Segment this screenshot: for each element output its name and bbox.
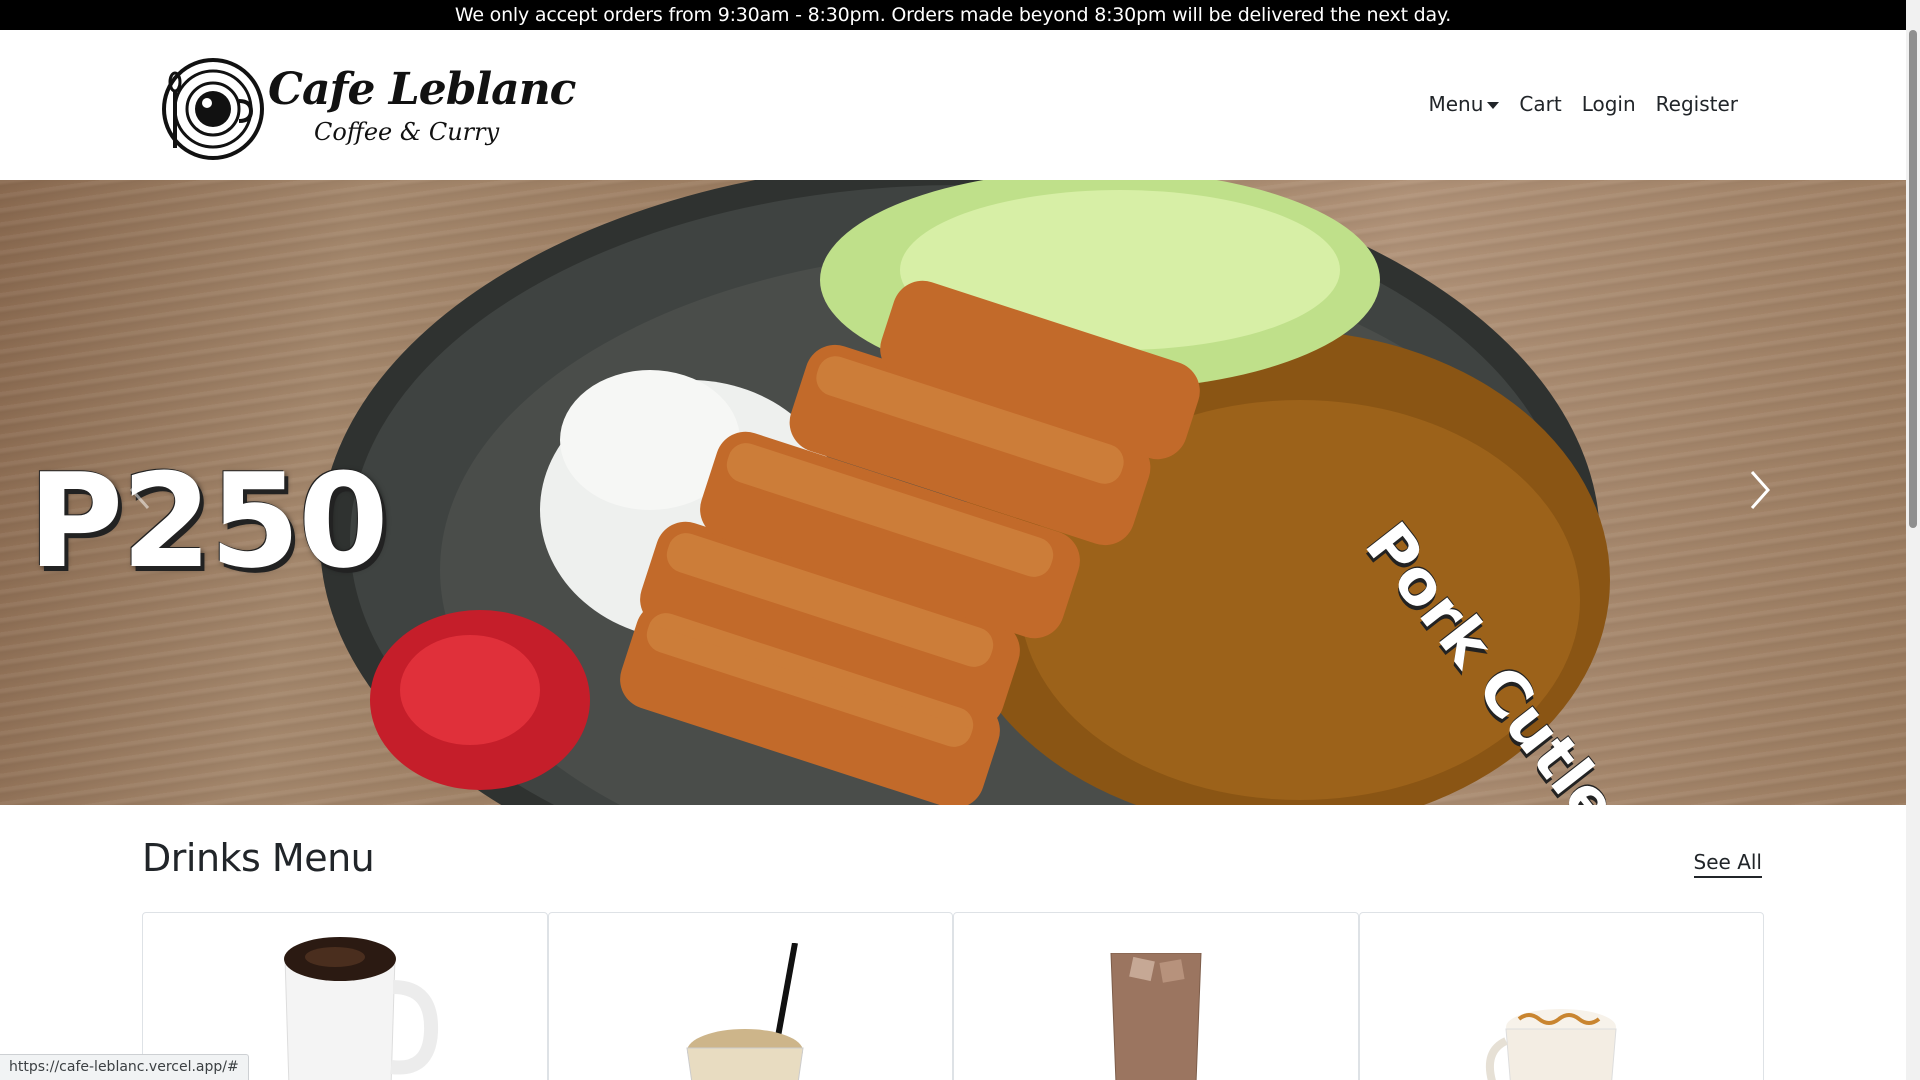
coffee-cup-logo-icon xyxy=(162,58,264,160)
navbar: Cafe Leblanc Coffee & Curry Menu Cart Lo… xyxy=(0,30,1906,180)
hot-coffee-mug-image xyxy=(283,937,438,1080)
page-scrollbar[interactable] xyxy=(1906,0,1920,1080)
brand-name: Cafe Leblanc xyxy=(268,64,576,115)
drinks-section-header: Drinks Menu See All xyxy=(142,836,1762,886)
caramel-latte-mug-image xyxy=(1486,1009,1617,1080)
menu-dropdown[interactable]: Menu xyxy=(1428,92,1500,116)
link-status-url: https://cafe-leblanc.vercel.app/# xyxy=(0,1054,249,1080)
menu-dropdown-label: Menu xyxy=(1428,92,1484,116)
brand-tagline: Coffee & Curry xyxy=(314,118,500,146)
drinks-card-list xyxy=(142,912,1764,1080)
nav-login-link[interactable]: Login xyxy=(1582,92,1636,116)
drink-card[interactable] xyxy=(1358,912,1764,1080)
see-all-link[interactable]: See All xyxy=(1693,850,1762,878)
carousel-prev-button[interactable] xyxy=(120,460,160,520)
section-title: Drinks Menu xyxy=(142,836,375,880)
nav-register-link[interactable]: Register xyxy=(1656,92,1738,116)
frappe-glass-image xyxy=(686,943,804,1080)
drink-card[interactable] xyxy=(547,912,953,1080)
chevron-left-icon xyxy=(129,471,150,509)
announcement-bar: We only accept orders from 9:30am - 8:30… xyxy=(0,0,1906,30)
scrollbar-thumb[interactable] xyxy=(1909,30,1917,528)
nav-cart-link[interactable]: Cart xyxy=(1519,92,1561,116)
nav-links: Menu Cart Login Register xyxy=(1428,92,1738,116)
drink-card[interactable] xyxy=(953,912,1359,1080)
hero-price: P250 xyxy=(28,445,389,597)
caret-down-icon xyxy=(1487,101,1500,109)
carousel-next-button[interactable] xyxy=(1740,460,1780,520)
chevron-right-icon xyxy=(1750,471,1771,509)
hero-carousel: P250 Pork Cutlet Curry xyxy=(0,180,1906,805)
iced-mocha-glass-image xyxy=(1110,953,1202,1080)
brand-logo[interactable]: Cafe Leblanc Coffee & Curry xyxy=(160,56,576,166)
